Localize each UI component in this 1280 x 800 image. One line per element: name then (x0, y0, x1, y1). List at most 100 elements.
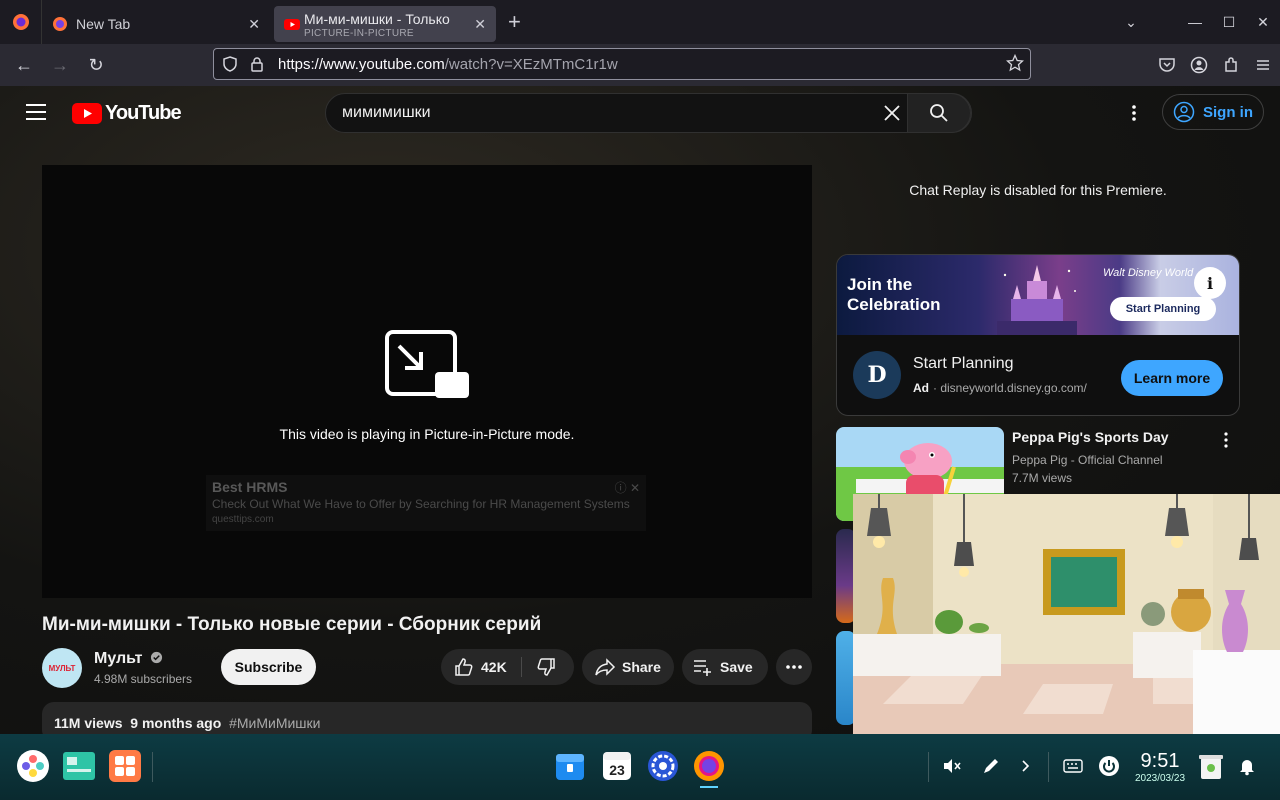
list-all-tabs-icon[interactable]: ⌄ (1114, 14, 1148, 31)
guide-menu-icon[interactable] (26, 104, 46, 120)
keyboard-button[interactable] (1056, 749, 1090, 783)
like-icon[interactable] (453, 656, 475, 678)
youtube-favicon-icon (284, 19, 300, 30)
tab-new-tab[interactable]: New Tab ✕ (42, 6, 270, 42)
pip-video-window[interactable] (853, 494, 1280, 734)
save-button[interactable]: Save (682, 649, 768, 685)
like-count[interactable]: 42K (481, 659, 507, 675)
app-store-button[interactable] (108, 749, 142, 783)
trash-button[interactable] (1194, 749, 1228, 783)
reload-icon[interactable]: ↻ (78, 55, 114, 76)
calendar-icon: 23 (603, 752, 631, 780)
url-bar[interactable]: https://www.youtube.com/watch?v=XEzMTmC1… (213, 48, 1031, 80)
tab-label: Ми-ми-мишки - Только (304, 11, 450, 27)
calendar-button[interactable]: 23 (600, 749, 634, 783)
youtube-logo[interactable]: YouTube (72, 102, 182, 125)
minimize-icon[interactable]: — (1178, 14, 1212, 30)
volume-muted-icon (944, 759, 961, 773)
subscribe-button[interactable]: Subscribe (221, 649, 316, 685)
sidebar-ad-card[interactable]: Join the Celebration Walt Disney World St… (836, 254, 1240, 416)
search-button[interactable] (907, 93, 971, 133)
like-divider (521, 657, 522, 677)
ad-banner-title-line1: Join the (847, 275, 913, 294)
channel-name[interactable]: Мульт (94, 650, 163, 668)
ad-domain: disneyworld.disney.go.com/ (940, 381, 1087, 395)
url-host: https://www.youtube.com (278, 55, 445, 73)
search-box[interactable]: мимимишки (325, 93, 972, 133)
close-tab-icon[interactable]: ✕ (474, 16, 486, 33)
channel-row: МУЛЬТ Мульт 4.98M subscribers Subscribe … (42, 646, 812, 688)
pocket-icon[interactable] (1158, 56, 1176, 74)
youtube-wordmark: YouTube (105, 102, 182, 124)
shield-icon[interactable] (222, 56, 238, 72)
ad-banner-image[interactable]: Join the Celebration Walt Disney World St… (837, 255, 1239, 335)
close-tab-icon[interactable]: ✕ (248, 16, 260, 33)
youtube-header: YouTube мимимишки Sign in (0, 86, 1280, 140)
ad-banner-title-line2: Celebration (847, 295, 941, 314)
app-menu-icon[interactable] (1254, 56, 1272, 74)
ad-info-icon[interactable]: i (1194, 267, 1226, 299)
channel-avatar[interactable]: МУЛЬТ (42, 648, 82, 688)
settings-more-icon[interactable] (1126, 104, 1142, 122)
clear-search-icon[interactable] (882, 103, 902, 123)
tab-youtube-video[interactable]: Ми-ми-мишки - Только PICTURE-IN-PICTURE … (274, 6, 496, 42)
overlay-ad-domain: questtips.com (212, 514, 274, 525)
share-icon (595, 658, 616, 676)
subscriber-count: 4.98M subscribers (94, 672, 193, 686)
power-button[interactable] (1092, 749, 1126, 783)
back-icon[interactable]: ← (6, 55, 42, 76)
firefox-taskbar-button[interactable] (692, 749, 726, 783)
video-title: Ми-ми-мишки - Только новые серии - Сборн… (42, 614, 542, 635)
lock-icon[interactable] (250, 56, 264, 72)
recommendation-more-icon[interactable] (1222, 431, 1230, 449)
castle-illustration (997, 265, 1077, 335)
share-label: Share (622, 659, 661, 675)
sign-in-label: Sign in (1203, 103, 1253, 121)
clock[interactable]: 9:51 2023/03/23 (1130, 750, 1190, 784)
maximize-icon[interactable]: ☐ (1212, 14, 1246, 31)
account-icon[interactable] (1190, 56, 1208, 74)
recommendation-channel[interactable]: Peppa Pig - Official Channel (1012, 453, 1163, 467)
dislike-icon[interactable] (535, 656, 557, 678)
calendar-day: 23 (609, 762, 625, 778)
file-manager-button[interactable] (553, 749, 587, 783)
more-horizontal-icon (786, 665, 802, 669)
settings-button[interactable] (646, 749, 680, 783)
more-actions-button[interactable] (776, 649, 812, 685)
notifications-button[interactable] (1230, 749, 1264, 783)
new-tab-button[interactable]: + (508, 9, 521, 35)
sign-in-button[interactable]: Sign in (1162, 94, 1264, 130)
learn-more-button[interactable]: Learn more (1121, 360, 1223, 396)
pip-message: This video is playing in Picture-in-Pict… (279, 426, 575, 442)
avatar-text: МУЛЬТ (48, 663, 76, 673)
forward-icon[interactable]: → (42, 55, 78, 76)
video-player[interactable]: This video is playing in Picture-in-Pict… (42, 165, 812, 598)
expand-tray-button[interactable] (1008, 749, 1042, 783)
ad-banner-brand: Walt Disney World (1103, 267, 1194, 279)
overlay-ad-close-icon[interactable]: ⓘ ✕ (615, 479, 640, 496)
overlay-ad-title: Best HRMS (212, 479, 288, 495)
search-input[interactable]: мимимишки (342, 104, 431, 122)
browser-nav-bar: ← → ↻ https://www.youtube.com/watch?v=XE… (0, 44, 1280, 86)
close-window-icon[interactable]: ✕ (1246, 14, 1280, 31)
share-button[interactable]: Share (582, 649, 674, 685)
app-grid-icon (109, 750, 141, 782)
bookmark-star-icon[interactable] (1006, 54, 1024, 72)
taskbar-divider (928, 752, 929, 782)
screenshot-tool-button[interactable] (974, 749, 1008, 783)
recommendation-title[interactable]: Peppa Pig's Sports Day (1012, 429, 1169, 445)
multitask-view-button[interactable] (62, 749, 96, 783)
launcher-button[interactable] (16, 749, 50, 783)
save-playlist-icon (694, 660, 711, 676)
player-overlay-ad[interactable]: Best HRMS Check Out What We Have to Offe… (206, 475, 646, 531)
volume-button[interactable] (935, 749, 969, 783)
user-circle-icon (1173, 101, 1195, 123)
extensions-icon[interactable] (1222, 56, 1240, 74)
hashtag-link[interactable]: #МиМиМишки (229, 715, 320, 731)
taskbar-divider (152, 752, 153, 782)
power-icon (1099, 756, 1119, 776)
ad-banner-button[interactable]: Start Planning (1110, 297, 1216, 321)
firefox-view-button[interactable] (0, 0, 42, 44)
description-box[interactable]: 11M views 9 months ago #МиМиМишки (42, 702, 812, 734)
ad-title[interactable]: Start Planning (913, 355, 1014, 373)
